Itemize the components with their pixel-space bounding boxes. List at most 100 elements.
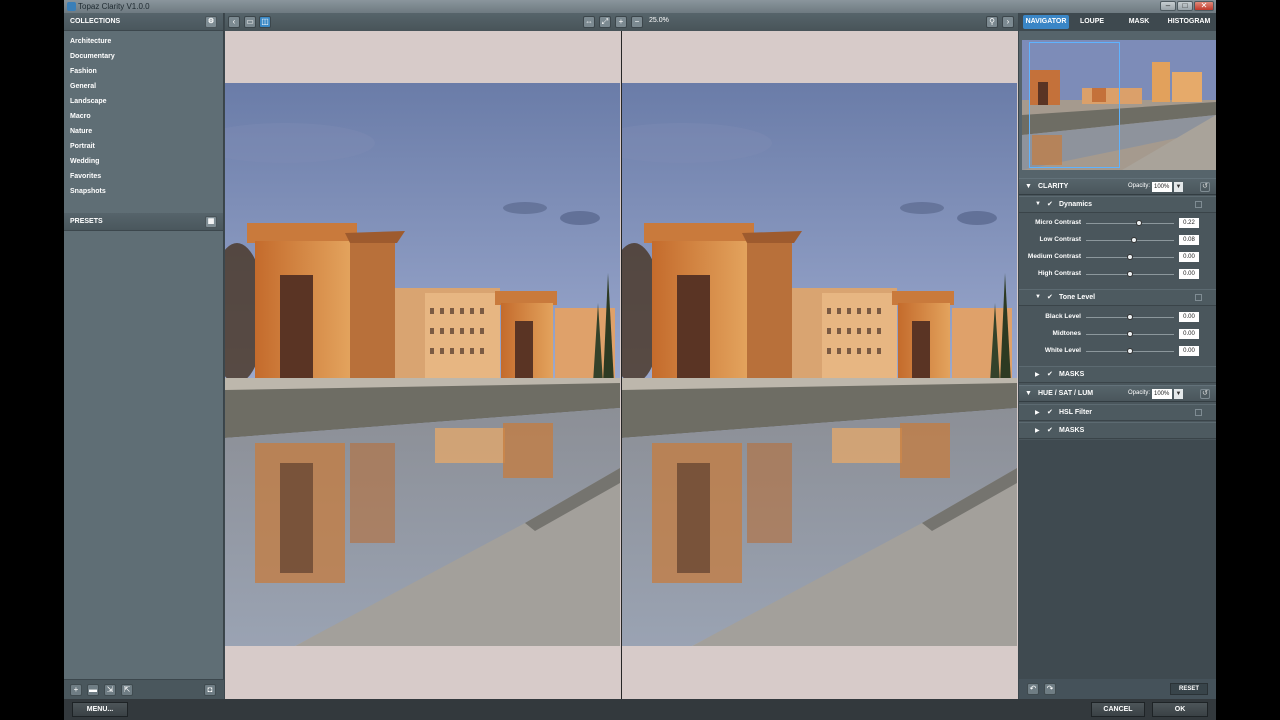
hsl-filter-header[interactable]: ▶ ✔ HSL Filter bbox=[1019, 404, 1216, 421]
medium-contrast-value-input[interactable]: 0.00 bbox=[1179, 252, 1199, 262]
presets-title: PRESETS bbox=[70, 218, 103, 225]
hsl-masks-checkbox[interactable]: ✔ bbox=[1047, 426, 1053, 434]
dynamics-checkbox[interactable]: ✔ bbox=[1047, 200, 1053, 208]
hsl-filter-title: HSL Filter bbox=[1059, 409, 1092, 416]
midtones-value-input[interactable]: 0.00 bbox=[1179, 329, 1199, 339]
black-level-slider-handle[interactable] bbox=[1127, 314, 1133, 320]
hsl-filter-options-icon[interactable] bbox=[1195, 409, 1202, 416]
left-panel: COLLECTIONS ⚙ Architecture Documentary F… bbox=[64, 13, 224, 699]
clarity-masks-checkbox[interactable]: ✔ bbox=[1047, 370, 1053, 378]
micro-contrast-slider[interactable] bbox=[1086, 223, 1174, 224]
navigator-thumbnail[interactable] bbox=[1022, 40, 1216, 170]
fit-button[interactable]: ⇔ bbox=[583, 16, 595, 28]
undo-button[interactable]: ↶ bbox=[1027, 683, 1039, 695]
tab-navigator[interactable]: NAVIGATOR bbox=[1023, 15, 1069, 29]
hsl-opacity-input[interactable]: 100% bbox=[1152, 389, 1172, 399]
clarity-section-header[interactable]: ▼ CLARITY Opacity: 100% ▼ ↺ bbox=[1019, 178, 1216, 195]
zoom-out-button[interactable]: − bbox=[631, 16, 643, 28]
app-window: Topaz Clarity V1.0.0 – □ ✕ COLLECTIONS ⚙… bbox=[64, 0, 1216, 720]
collection-item-macro[interactable]: Macro bbox=[64, 109, 223, 124]
split-view-button[interactable]: ◫ bbox=[259, 16, 271, 28]
collections-list: Architecture Documentary Fashion General… bbox=[64, 31, 223, 211]
fullscreen-button[interactable]: ⤢ bbox=[599, 16, 611, 28]
tone-level-subsection-header[interactable]: ▼ ✔ Tone Level bbox=[1019, 289, 1216, 306]
collection-item-architecture[interactable]: Architecture bbox=[64, 34, 223, 49]
cancel-button[interactable]: CANCEL bbox=[1091, 702, 1145, 717]
tab-histogram[interactable]: HISTOGRAM bbox=[1165, 15, 1213, 29]
collection-item-fashion[interactable]: Fashion bbox=[64, 64, 223, 79]
camera-button[interactable]: ◘ bbox=[204, 684, 216, 696]
white-level-label: White Level bbox=[1044, 347, 1081, 354]
delete-button[interactable]: ▬ bbox=[87, 684, 99, 696]
clarity-reset-button[interactable]: ↺ bbox=[1200, 182, 1210, 192]
hsl-reset-button[interactable]: ↺ bbox=[1200, 389, 1210, 399]
single-view-button[interactable]: ▭ bbox=[244, 16, 256, 28]
before-image[interactable] bbox=[225, 83, 620, 646]
hsl-opacity-dropdown[interactable]: ▼ bbox=[1174, 389, 1183, 399]
dynamics-subsection-header[interactable]: ▼ ✔ Dynamics bbox=[1019, 196, 1216, 213]
navigator-panel bbox=[1019, 31, 1216, 178]
collections-settings-button[interactable]: ⚙ bbox=[205, 16, 217, 28]
reset-all-button[interactable]: RESET bbox=[1170, 683, 1208, 695]
pin-button[interactable]: ⚲ bbox=[986, 16, 998, 28]
split-view-icon: ◫ bbox=[261, 17, 269, 26]
medium-contrast-slider-handle[interactable] bbox=[1127, 254, 1133, 260]
caret-right-icon: ▶ bbox=[1035, 410, 1040, 416]
collection-item-snapshots[interactable]: Snapshots bbox=[64, 184, 223, 199]
navigator-viewport-frame[interactable] bbox=[1029, 42, 1120, 168]
clarity-masks-header[interactable]: ▶ ✔ MASKS bbox=[1019, 366, 1216, 383]
zoom-level: 25.0% bbox=[649, 17, 669, 24]
clarity-opacity-input[interactable]: 100% bbox=[1152, 182, 1172, 192]
white-level-slider-handle[interactable] bbox=[1127, 348, 1133, 354]
zoom-in-icon: + bbox=[618, 17, 624, 26]
hsl-section-header[interactable]: ▼ HUE / SAT / LUM Opacity: 100% ▼ ↺ bbox=[1019, 385, 1216, 402]
presets-view-button[interactable]: ▦ bbox=[205, 216, 217, 228]
slider-row: Low Contrast 0.08 bbox=[1019, 232, 1216, 249]
import-button[interactable]: ⇲ bbox=[104, 684, 116, 696]
dynamics-options-icon[interactable] bbox=[1195, 201, 1202, 208]
low-contrast-value-input[interactable]: 0.08 bbox=[1179, 235, 1199, 245]
tab-loupe[interactable]: LOUPE bbox=[1074, 15, 1110, 29]
preview-canvas[interactable] bbox=[225, 31, 1018, 699]
dynamics-title: Dynamics bbox=[1059, 201, 1093, 208]
hsl-masks-header[interactable]: ▶ ✔ MASKS bbox=[1019, 422, 1216, 439]
midtones-slider-handle[interactable] bbox=[1127, 331, 1133, 337]
collection-item-wedding[interactable]: Wedding bbox=[64, 154, 223, 169]
prev-button[interactable]: ‹ bbox=[228, 16, 240, 28]
collection-item-favorites[interactable]: Favorites bbox=[64, 169, 223, 184]
hsl-filter-checkbox[interactable]: ✔ bbox=[1047, 408, 1053, 416]
high-contrast-value-input[interactable]: 0.00 bbox=[1179, 269, 1199, 279]
collection-item-documentary[interactable]: Documentary bbox=[64, 49, 223, 64]
tone-level-options-icon[interactable] bbox=[1195, 294, 1202, 301]
ok-button[interactable]: OK bbox=[1152, 702, 1208, 717]
menu-button[interactable]: MENU... bbox=[72, 702, 128, 717]
collection-item-portrait[interactable]: Portrait bbox=[64, 139, 223, 154]
maximize-button[interactable]: □ bbox=[1177, 1, 1193, 11]
high-contrast-slider-handle[interactable] bbox=[1127, 271, 1133, 277]
micro-contrast-slider-handle[interactable] bbox=[1135, 220, 1142, 226]
next-button[interactable]: › bbox=[1002, 16, 1014, 28]
fit-icon: ⇔ bbox=[585, 17, 593, 26]
tab-mask[interactable]: MASK bbox=[1123, 15, 1155, 29]
midtones-label: Midtones bbox=[1052, 330, 1081, 337]
hsl-opacity-label: Opacity: bbox=[1128, 390, 1151, 396]
export-button[interactable]: ⇱ bbox=[121, 684, 133, 696]
low-contrast-slider[interactable] bbox=[1086, 240, 1174, 241]
close-window-button[interactable]: ✕ bbox=[1194, 1, 1214, 11]
tone-level-checkbox[interactable]: ✔ bbox=[1047, 293, 1053, 301]
collection-item-landscape[interactable]: Landscape bbox=[64, 94, 223, 109]
collection-item-nature[interactable]: Nature bbox=[64, 124, 223, 139]
white-level-value-input[interactable]: 0.00 bbox=[1179, 346, 1199, 356]
redo-button[interactable]: ↷ bbox=[1044, 683, 1056, 695]
low-contrast-slider-handle[interactable] bbox=[1130, 237, 1137, 243]
trash-icon: ▬ bbox=[89, 685, 97, 694]
minimize-button[interactable]: – bbox=[1160, 1, 1176, 11]
collection-item-general[interactable]: General bbox=[64, 79, 223, 94]
micro-contrast-value-input[interactable]: 0.22 bbox=[1179, 218, 1199, 228]
black-level-value-input[interactable]: 0.00 bbox=[1179, 312, 1199, 322]
clarity-opacity-dropdown[interactable]: ▼ bbox=[1174, 182, 1183, 192]
add-button[interactable]: + bbox=[70, 684, 82, 696]
chevron-left-icon: ‹ bbox=[232, 17, 236, 26]
zoom-in-button[interactable]: + bbox=[615, 16, 627, 28]
after-image[interactable] bbox=[622, 83, 1018, 646]
